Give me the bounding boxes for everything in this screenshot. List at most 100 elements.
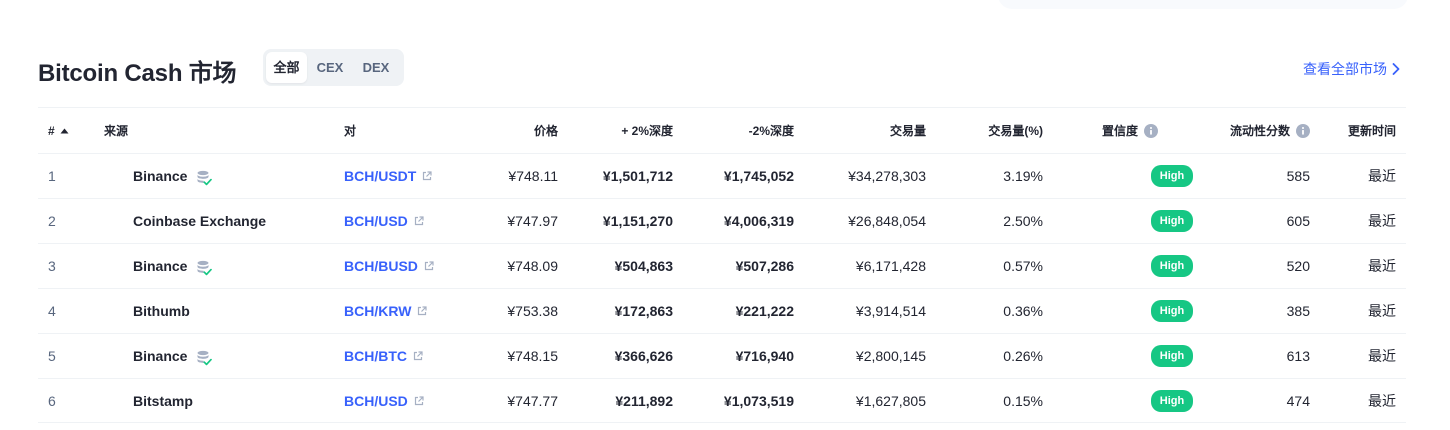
col-depth-plus-header[interactable]: + 2%深度 xyxy=(621,108,673,153)
depth-plus-cell: ¥172,863 xyxy=(615,289,673,333)
updated-cell: 最近 xyxy=(1368,289,1396,333)
source-cell[interactable]: Binance xyxy=(104,244,213,288)
tab-cex[interactable]: CEX xyxy=(307,52,353,83)
pair-link[interactable]: BCH/USDT xyxy=(344,168,416,184)
price-value: ¥747.97 xyxy=(507,213,558,229)
verified-reserves-icon[interactable] xyxy=(196,350,213,366)
col-source-header: 来源 xyxy=(104,124,129,138)
row-number-cell: 3 xyxy=(48,244,56,288)
depth-minus-value: ¥716,940 xyxy=(735,348,794,364)
volume-cell: ¥6,171,428 xyxy=(856,244,926,288)
pair-link[interactable]: BCH/BTC xyxy=(344,348,407,364)
confidence-cell: High xyxy=(1094,244,1250,288)
confidence-badge: High xyxy=(1150,210,1194,232)
liquidity-cell: 605 xyxy=(1287,199,1310,243)
price-cell: ¥748.09 xyxy=(507,244,558,288)
liquidity-score: 474 xyxy=(1286,392,1310,409)
updated-cell: 最近 xyxy=(1368,334,1396,378)
table-row[interactable]: 6 Bitstamp BCH/USD ¥747.77 ¥211,892 ¥1,073,51… xyxy=(38,378,1406,423)
volume-pct-value: 0.26% xyxy=(1003,348,1043,364)
table-row[interactable]: 4 Bithumb BCH/KRW ¥753.38 ¥172,863 ¥221,222 ¥3… xyxy=(38,288,1406,333)
updated-value: 最近 xyxy=(1368,213,1396,229)
liquidity-cell: 585 xyxy=(1287,154,1310,198)
row-number-cell: 5 xyxy=(48,334,56,378)
updated-cell: 最近 xyxy=(1368,154,1396,198)
depth-minus-cell: ¥4,006,319 xyxy=(724,199,794,243)
external-link-icon[interactable] xyxy=(417,306,428,316)
col-volume-header[interactable]: 交易量 xyxy=(890,108,926,153)
col-depth-minus-header[interactable]: -2%深度 xyxy=(749,108,794,153)
exchange-name: Coinbase Exchange xyxy=(133,213,267,229)
external-link-icon[interactable] xyxy=(413,351,423,361)
updated-cell: 最近 xyxy=(1368,379,1396,422)
table-row[interactable]: 1 Binance BCH/USDT ¥748.11 ¥1,501,712 ¥1,745,… xyxy=(38,153,1406,198)
price-value: ¥748.11 xyxy=(508,168,558,184)
depth-minus-cell: ¥1,745,052 xyxy=(724,154,794,198)
source-cell[interactable]: Coinbase Exchange xyxy=(104,199,266,243)
col-price-header[interactable]: 价格 xyxy=(534,108,558,153)
depth-plus-cell: ¥1,151,270 xyxy=(603,199,673,243)
pair-cell[interactable]: BCH/USDT xyxy=(344,154,432,198)
pair-link[interactable]: BCH/USD xyxy=(344,213,408,229)
row-number: 6 xyxy=(48,392,56,409)
markets-table: # 来源 对 价格 + 2%深度 -2%深度 交易量 交易量(%) 置信度 流动… xyxy=(38,107,1406,423)
verified-reserves-icon[interactable] xyxy=(196,260,213,276)
table-row[interactable]: 3 Binance BCH/BUSD ¥748.09 ¥504,863 ¥507,286 ¥… xyxy=(38,243,1406,288)
pair-cell[interactable]: BCH/BUSD xyxy=(344,244,434,288)
volume-value: ¥1,627,805 xyxy=(855,392,926,409)
price-value: ¥747.77 xyxy=(507,392,558,409)
exchange-name: Binance xyxy=(133,258,188,274)
external-link-icon[interactable] xyxy=(424,261,434,271)
source-cell[interactable]: Binance xyxy=(104,154,213,198)
external-link-icon[interactable] xyxy=(422,171,432,181)
pair-cell[interactable]: BCH/BTC xyxy=(344,334,423,378)
table-header-row: # 来源 对 价格 + 2%深度 -2%深度 交易量 交易量(%) 置信度 流动… xyxy=(38,107,1406,153)
volume-pct-cell: 0.36% xyxy=(1003,289,1043,333)
col-confidence-label: 置信度 xyxy=(1102,124,1139,138)
pair-link[interactable]: BCH/USD xyxy=(344,393,408,409)
view-all-markets-link[interactable]: 查看全部市场 xyxy=(1303,59,1400,79)
liquidity-cell: 385 xyxy=(1287,289,1310,333)
updated-value: 最近 xyxy=(1368,258,1396,274)
source-cell[interactable]: Bitstamp xyxy=(104,379,193,422)
exchange-name: Binance xyxy=(133,348,188,364)
liquidity-cell: 520 xyxy=(1287,244,1310,288)
info-icon[interactable] xyxy=(1144,123,1159,138)
row-number: 3 xyxy=(48,258,56,274)
table-row[interactable]: 5 Binance BCH/BTC ¥748.15 ¥366,626 ¥716,940 ¥2… xyxy=(38,333,1406,378)
pair-cell[interactable]: BCH/USD xyxy=(344,379,424,422)
updated-value: 最近 xyxy=(1368,303,1396,319)
table-row[interactable]: 2 Coinbase Exchange BCH/USD ¥747.97 ¥1,151,2… xyxy=(38,198,1406,243)
col-num-label: # xyxy=(48,123,55,138)
depth-plus-value: ¥1,151,270 xyxy=(602,213,673,229)
confidence-cell: High xyxy=(1094,379,1250,422)
external-link-icon[interactable] xyxy=(414,395,424,406)
volume-value: ¥6,171,428 xyxy=(855,258,926,274)
confidence-cell: High xyxy=(1094,334,1250,378)
markets-header: Bitcoin Cash 市场 全部 CEX DEX 查看全部市场 xyxy=(38,48,1406,88)
external-link-icon[interactable] xyxy=(414,216,424,226)
depth-minus-cell: ¥1,073,519 xyxy=(724,379,794,422)
col-volume-pct-header[interactable]: 交易量(%) xyxy=(988,108,1043,153)
info-icon[interactable] xyxy=(1296,123,1310,138)
pair-cell[interactable]: BCH/KRW xyxy=(344,289,428,333)
price-cell: ¥748.15 xyxy=(507,334,558,378)
view-all-label: 查看全部市场 xyxy=(1303,61,1387,77)
pair-cell[interactable]: BCH/USD xyxy=(344,199,424,243)
tab-dex[interactable]: DEX xyxy=(353,52,399,83)
volume-cell: ¥2,800,145 xyxy=(856,334,926,378)
confidence-cell: High xyxy=(1094,289,1250,333)
pair-link[interactable]: BCH/KRW xyxy=(344,303,411,319)
tab-all[interactable]: 全部 xyxy=(266,52,307,83)
verified-reserves-icon[interactable] xyxy=(196,170,213,186)
depth-minus-value: ¥4,006,319 xyxy=(723,213,794,229)
depth-plus-cell: ¥366,626 xyxy=(615,334,673,378)
source-cell[interactable]: Binance xyxy=(104,334,213,378)
updated-value: 最近 xyxy=(1368,348,1396,364)
col-num-header[interactable]: # xyxy=(48,108,69,153)
col-liquidity-header[interactable]: 流动性分数 xyxy=(1230,108,1310,153)
pair-link[interactable]: BCH/BUSD xyxy=(344,258,418,274)
confidence-badge: High xyxy=(1150,300,1194,322)
depth-plus-value: ¥1,501,712 xyxy=(602,168,673,184)
source-cell[interactable]: Bithumb xyxy=(104,289,190,333)
